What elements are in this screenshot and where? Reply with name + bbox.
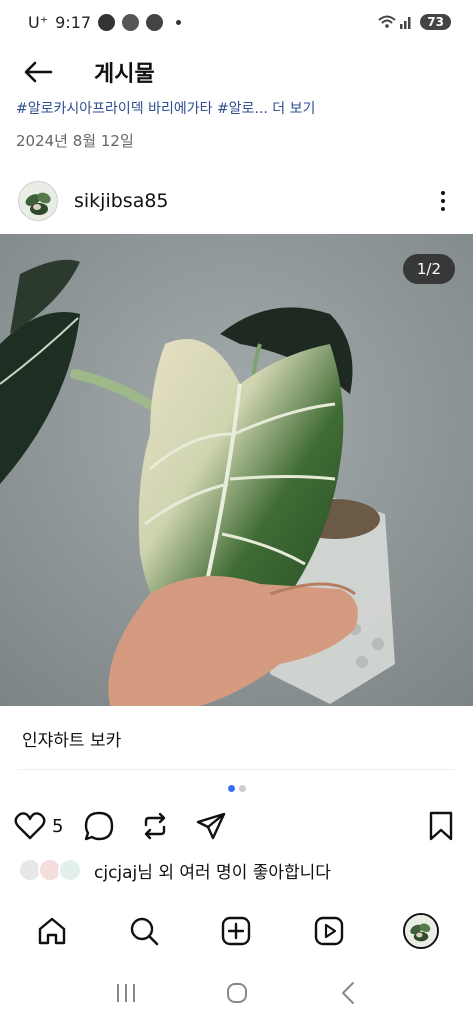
nav-create[interactable] [214,909,258,953]
heart-icon [14,812,46,840]
share-button[interactable] [195,810,227,842]
home-circle-icon [226,983,247,1003]
status-time: 9:17 [55,12,92,32]
page-title: 게시물 [94,62,155,87]
page-counter: 1/2 [402,254,455,284]
nav-search[interactable] [122,909,166,953]
avatar-plant-image [19,182,57,220]
caption-divider [18,769,455,770]
send-icon [197,812,226,840]
likers-summary: cjcjaj님 외 여러 명이 좋아합니다 [94,858,331,883]
nav-profile[interactable] [399,909,443,953]
post-username[interactable]: sikjibsa85 [74,190,169,212]
status-bar: U⁺ 9:17 73 [0,0,473,44]
reels-icon [314,916,343,946]
more-dot [441,199,445,203]
post-photo[interactable]: 1/2 [0,234,473,706]
status-left: U⁺ 9:17 [28,12,182,32]
hashtags-link[interactable]: #알로카시아프라이덱 바리에가타 #알로... 더 보기 [16,98,315,118]
messenger-notification-icon [146,13,164,31]
app-notification-icon [122,13,140,31]
profile-plant-image [404,915,437,947]
recent-apps-button[interactable] [106,973,146,1013]
likers-row[interactable]: cjcjaj님 외 여러 명이 좋아합니다 [18,854,331,886]
top-bar: 게시물 [0,44,473,100]
wifi-signal-icon [378,15,411,29]
like-count[interactable]: 5 [52,816,63,837]
system-nav [0,962,473,1024]
comment-icon [85,811,114,841]
bottom-nav [0,902,473,960]
chat-notification-icon [98,13,116,31]
more-vertical-icon [441,191,445,195]
likers-suffix: 님 외 여러 명이 좋아합니다 [137,862,331,883]
more-notifications-icon [176,19,182,25]
system-back-icon [341,982,354,1004]
nav-home[interactable] [30,909,74,953]
liker-username[interactable]: cjcjaj [94,863,137,883]
post-caption: 인쟈하트 보카 [22,731,122,751]
liker-avatar [58,858,82,882]
profile-avatar [402,913,439,949]
bookmark-icon [429,811,453,841]
more-dot [441,207,445,211]
recent-apps-icon [116,984,135,1002]
home-icon [38,917,66,945]
avatar[interactable] [18,181,58,221]
back-arrow-icon [24,61,53,83]
carousel-dot [238,785,246,792]
status-right: 73 [378,14,451,30]
battery-indicator: 73 [420,14,451,30]
more-options-button[interactable] [431,189,455,213]
post-header: sikjibsa85 [0,178,473,224]
save-button[interactable] [427,810,455,842]
like-button[interactable] [14,811,46,841]
nav-reels[interactable] [307,909,351,953]
carousel-indicator [0,785,473,792]
plant-photo-illustration [0,234,473,706]
carousel-dot-active [227,785,235,792]
system-back-button[interactable] [328,973,368,1013]
carrier-label: U⁺ [28,12,49,32]
action-row: 5 [0,806,473,846]
comment-button[interactable] [83,810,115,842]
system-home-button[interactable] [217,973,257,1013]
repost-icon [145,812,166,840]
search-icon [131,917,159,946]
post-date: 2024년 8월 12일 [16,132,134,150]
repost-button[interactable] [139,810,171,842]
back-button[interactable] [18,52,58,92]
create-icon [222,916,251,946]
